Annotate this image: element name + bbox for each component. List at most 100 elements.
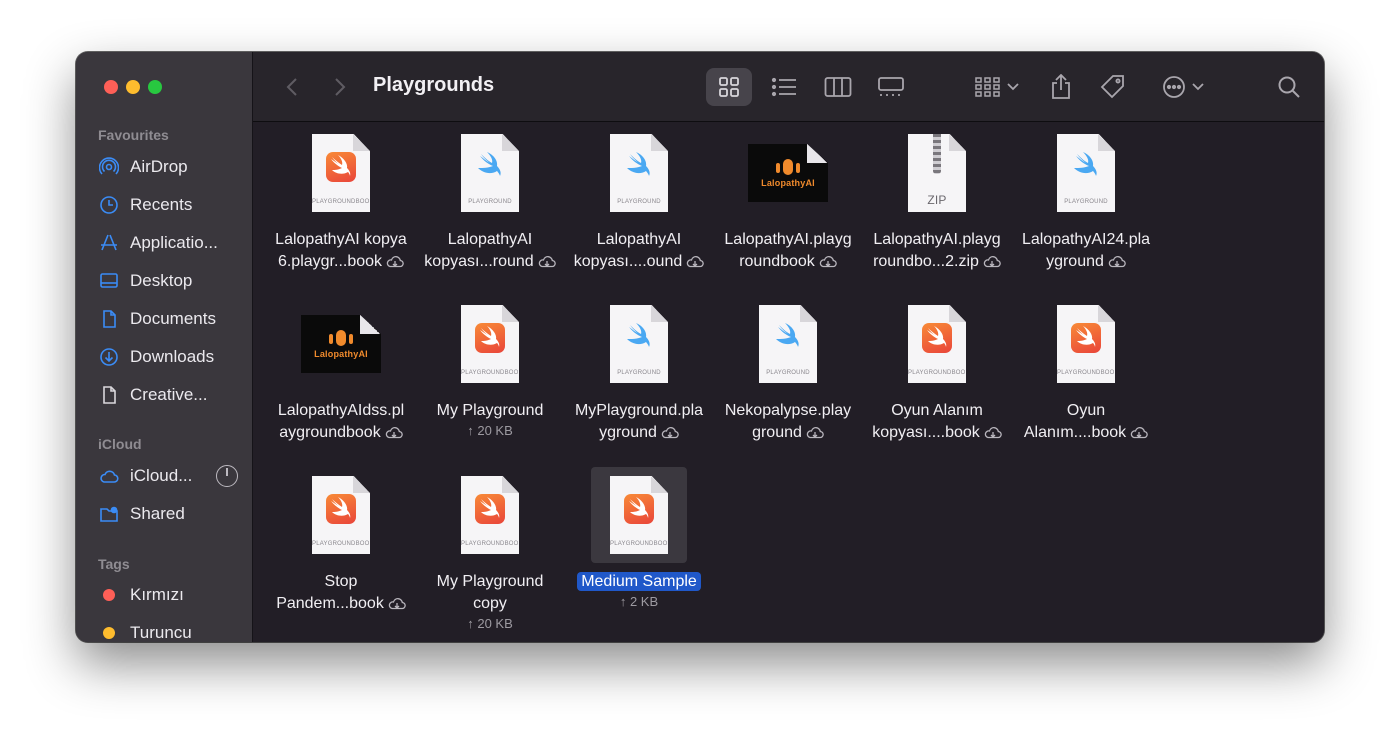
close-window-button[interactable] — [104, 80, 118, 94]
sidebar-item-airdrop[interactable]: AirDrop — [98, 152, 238, 182]
file-item[interactable]: PLAYGROUND LalopathyAI kopyası...round — [415, 125, 565, 273]
zoom-window-button[interactable] — [148, 80, 162, 94]
file-name-line2: yground — [1046, 253, 1104, 270]
file-name: MyPlayground.pla yground — [564, 400, 714, 444]
cloud-icon — [98, 465, 120, 487]
sidebar: Favourites AirDrop Recents Applicatio...… — [76, 52, 253, 642]
file-thumbnail[interactable]: PLAYGROUND — [591, 125, 687, 221]
sidebar-tag-red[interactable]: Kırmızı — [98, 580, 238, 610]
swift-playgroundbook-icon: PLAYGROUNDBOOK — [461, 305, 519, 383]
file-item[interactable]: ZIP LalopathyAI.playg roundbo...2.zip — [862, 125, 1012, 273]
swift-playgroundbook-icon: PLAYGROUNDBOOK — [610, 476, 668, 554]
file-thumbnail[interactable]: PLAYGROUND — [442, 125, 538, 221]
cloud-download-icon[interactable] — [386, 255, 404, 268]
file-thumbnail[interactable]: PLAYGROUNDBOOK — [889, 296, 985, 392]
file-name-line1: My Playground — [436, 573, 544, 590]
sidebar-tag-orange[interactable]: Turuncu — [98, 618, 238, 642]
file-item[interactable]: PLAYGROUNDBOOK Oyun Alanım....book — [1011, 296, 1161, 444]
playground-label: PLAYGROUND — [766, 370, 810, 376]
file-name: My Playground copy — [415, 571, 565, 615]
file-item[interactable]: PLAYGROUND Nekopalypse.play ground — [713, 296, 863, 444]
share-button[interactable] — [1043, 68, 1079, 106]
file-thumbnail[interactable]: PLAYGROUNDBOOK — [1038, 296, 1134, 392]
sidebar-item-label: AirDrop — [130, 157, 188, 176]
file-item[interactable]: LalopathyAI LalopathyAI.playg roundbook — [713, 125, 863, 273]
file-thumbnail[interactable]: PLAYGROUNDBOOK — [293, 125, 389, 221]
file-item[interactable]: PLAYGROUNDBOOK Medium Sample ↑ 2 KB — [564, 467, 714, 611]
sidebar-item-downloads[interactable]: Downloads — [98, 342, 238, 372]
swift-playgroundbook-icon: PLAYGROUNDBOOK — [312, 134, 370, 212]
group-by-button[interactable] — [971, 68, 1023, 106]
file-thumbnail[interactable]: PLAYGROUNDBOOK — [442, 296, 538, 392]
file-item[interactable]: PLAYGROUND LalopathyAI24.pla yground — [1011, 125, 1161, 273]
sidebar-item-label: Turuncu — [130, 623, 192, 642]
file-item[interactable]: PLAYGROUNDBOOK LalopathyAI kopya 6.playgr.… — [266, 125, 416, 273]
file-name-line1: LalopathyAI.playg — [873, 231, 1001, 248]
file-name: My Playground — [415, 400, 565, 422]
file-thumbnail[interactable]: PLAYGROUND — [1038, 125, 1134, 221]
cloud-download-icon[interactable] — [1130, 426, 1148, 439]
cloud-download-icon[interactable] — [984, 426, 1002, 439]
cloud-download-icon[interactable] — [686, 255, 705, 268]
file-item[interactable]: PLAYGROUND MyPlayground.pla yground — [564, 296, 714, 444]
lalopathy-logo-icon: LalopathyAI — [301, 315, 381, 373]
file-meta: ↑ 20 KB — [467, 616, 513, 631]
file-name-line1: Stop — [324, 573, 358, 590]
minimize-window-button[interactable] — [126, 80, 140, 94]
cloud-download-icon[interactable] — [385, 426, 403, 439]
cloud-download-icon[interactable] — [1108, 255, 1126, 268]
file-thumbnail[interactable]: PLAYGROUNDBOOK — [591, 467, 687, 563]
lalopathy-logo-icon: LalopathyAI — [748, 144, 828, 202]
tag-button[interactable] — [1095, 68, 1131, 106]
file-item[interactable]: LalopathyAI LalopathyAIdss.pl aygroundbook — [266, 296, 416, 444]
file-item[interactable]: PLAYGROUND LalopathyAI kopyası....ound — [564, 125, 714, 273]
chevron-down-icon — [1192, 83, 1204, 91]
file-name-line1: Oyun — [1066, 402, 1106, 419]
gallery-view-button[interactable] — [868, 68, 914, 106]
file-item[interactable]: PLAYGROUNDBOOK Stop Pandem...book — [266, 467, 416, 615]
file-thumbnail[interactable]: PLAYGROUND — [591, 296, 687, 392]
file-name-line1: Oyun Alanım — [891, 402, 983, 419]
cloud-download-icon[interactable] — [983, 255, 1001, 268]
swift-playgroundbook-icon: PLAYGROUNDBOOK — [461, 476, 519, 554]
sidebar-item-applications[interactable]: Applicatio... — [98, 228, 238, 258]
playgroundbook-label: PLAYGROUNDBOOK — [312, 541, 374, 547]
cloud-download-icon[interactable] — [538, 255, 556, 268]
cloud-download-icon[interactable] — [819, 255, 837, 268]
file-item[interactable]: PLAYGROUNDBOOK My Playground ↑ 20 KB — [415, 296, 565, 440]
sidebar-item-desktop[interactable]: Desktop — [98, 266, 238, 296]
file-name-line2: kopyası....book — [872, 424, 980, 441]
file-thumbnail[interactable]: PLAYGROUND — [740, 296, 836, 392]
file-thumbnail[interactable]: LalopathyAI — [293, 296, 389, 392]
logo-text: LalopathyAI — [761, 177, 815, 188]
more-actions-button[interactable] — [1157, 68, 1209, 106]
file-thumbnail[interactable]: PLAYGROUNDBOOK — [293, 467, 389, 563]
sidebar-item-documents[interactable]: Documents — [98, 304, 238, 334]
cloud-download-icon[interactable] — [806, 426, 824, 439]
back-button[interactable] — [281, 75, 303, 99]
file-name-line2: Alanım....book — [1023, 424, 1127, 441]
file-thumbnail[interactable]: ZIP — [889, 125, 985, 221]
file-thumbnail[interactable]: PLAYGROUNDBOOK — [442, 467, 538, 563]
file-name-line1: Nekopalypse.play — [724, 402, 852, 419]
file-name: Nekopalypse.play ground — [713, 400, 863, 444]
sidebar-item-icloud-drive[interactable]: iCloud... — [98, 461, 238, 491]
file-item[interactable]: PLAYGROUNDBOOK Oyun Alanım kopyası....book — [862, 296, 1012, 444]
sidebar-item-recents[interactable]: Recents — [98, 190, 238, 220]
airdrop-icon — [98, 156, 120, 178]
column-view-button[interactable] — [815, 68, 861, 106]
file-item[interactable]: PLAYGROUNDBOOK My Playground copy ↑ 20 KB — [415, 467, 565, 633]
sidebar-item-shared[interactable]: Shared — [98, 499, 238, 529]
file-grid: PLAYGROUNDBOOK LalopathyAI kopya 6.playgr.… — [253, 123, 1324, 642]
sidebar-item-creative[interactable]: Creative... — [98, 380, 238, 410]
file-thumbnail[interactable]: LalopathyAI — [740, 125, 836, 221]
cloud-download-icon[interactable] — [661, 426, 679, 439]
file-name-line2: kopyası...round — [424, 253, 534, 270]
icon-view-button[interactable] — [706, 68, 752, 106]
file-name-line1: LalopathyAI — [447, 231, 533, 248]
search-button[interactable] — [1271, 68, 1307, 106]
cloud-download-icon[interactable] — [388, 597, 406, 610]
forward-button[interactable] — [329, 75, 351, 99]
playground-label: PLAYGROUND — [617, 370, 661, 376]
list-view-button[interactable] — [761, 68, 807, 106]
